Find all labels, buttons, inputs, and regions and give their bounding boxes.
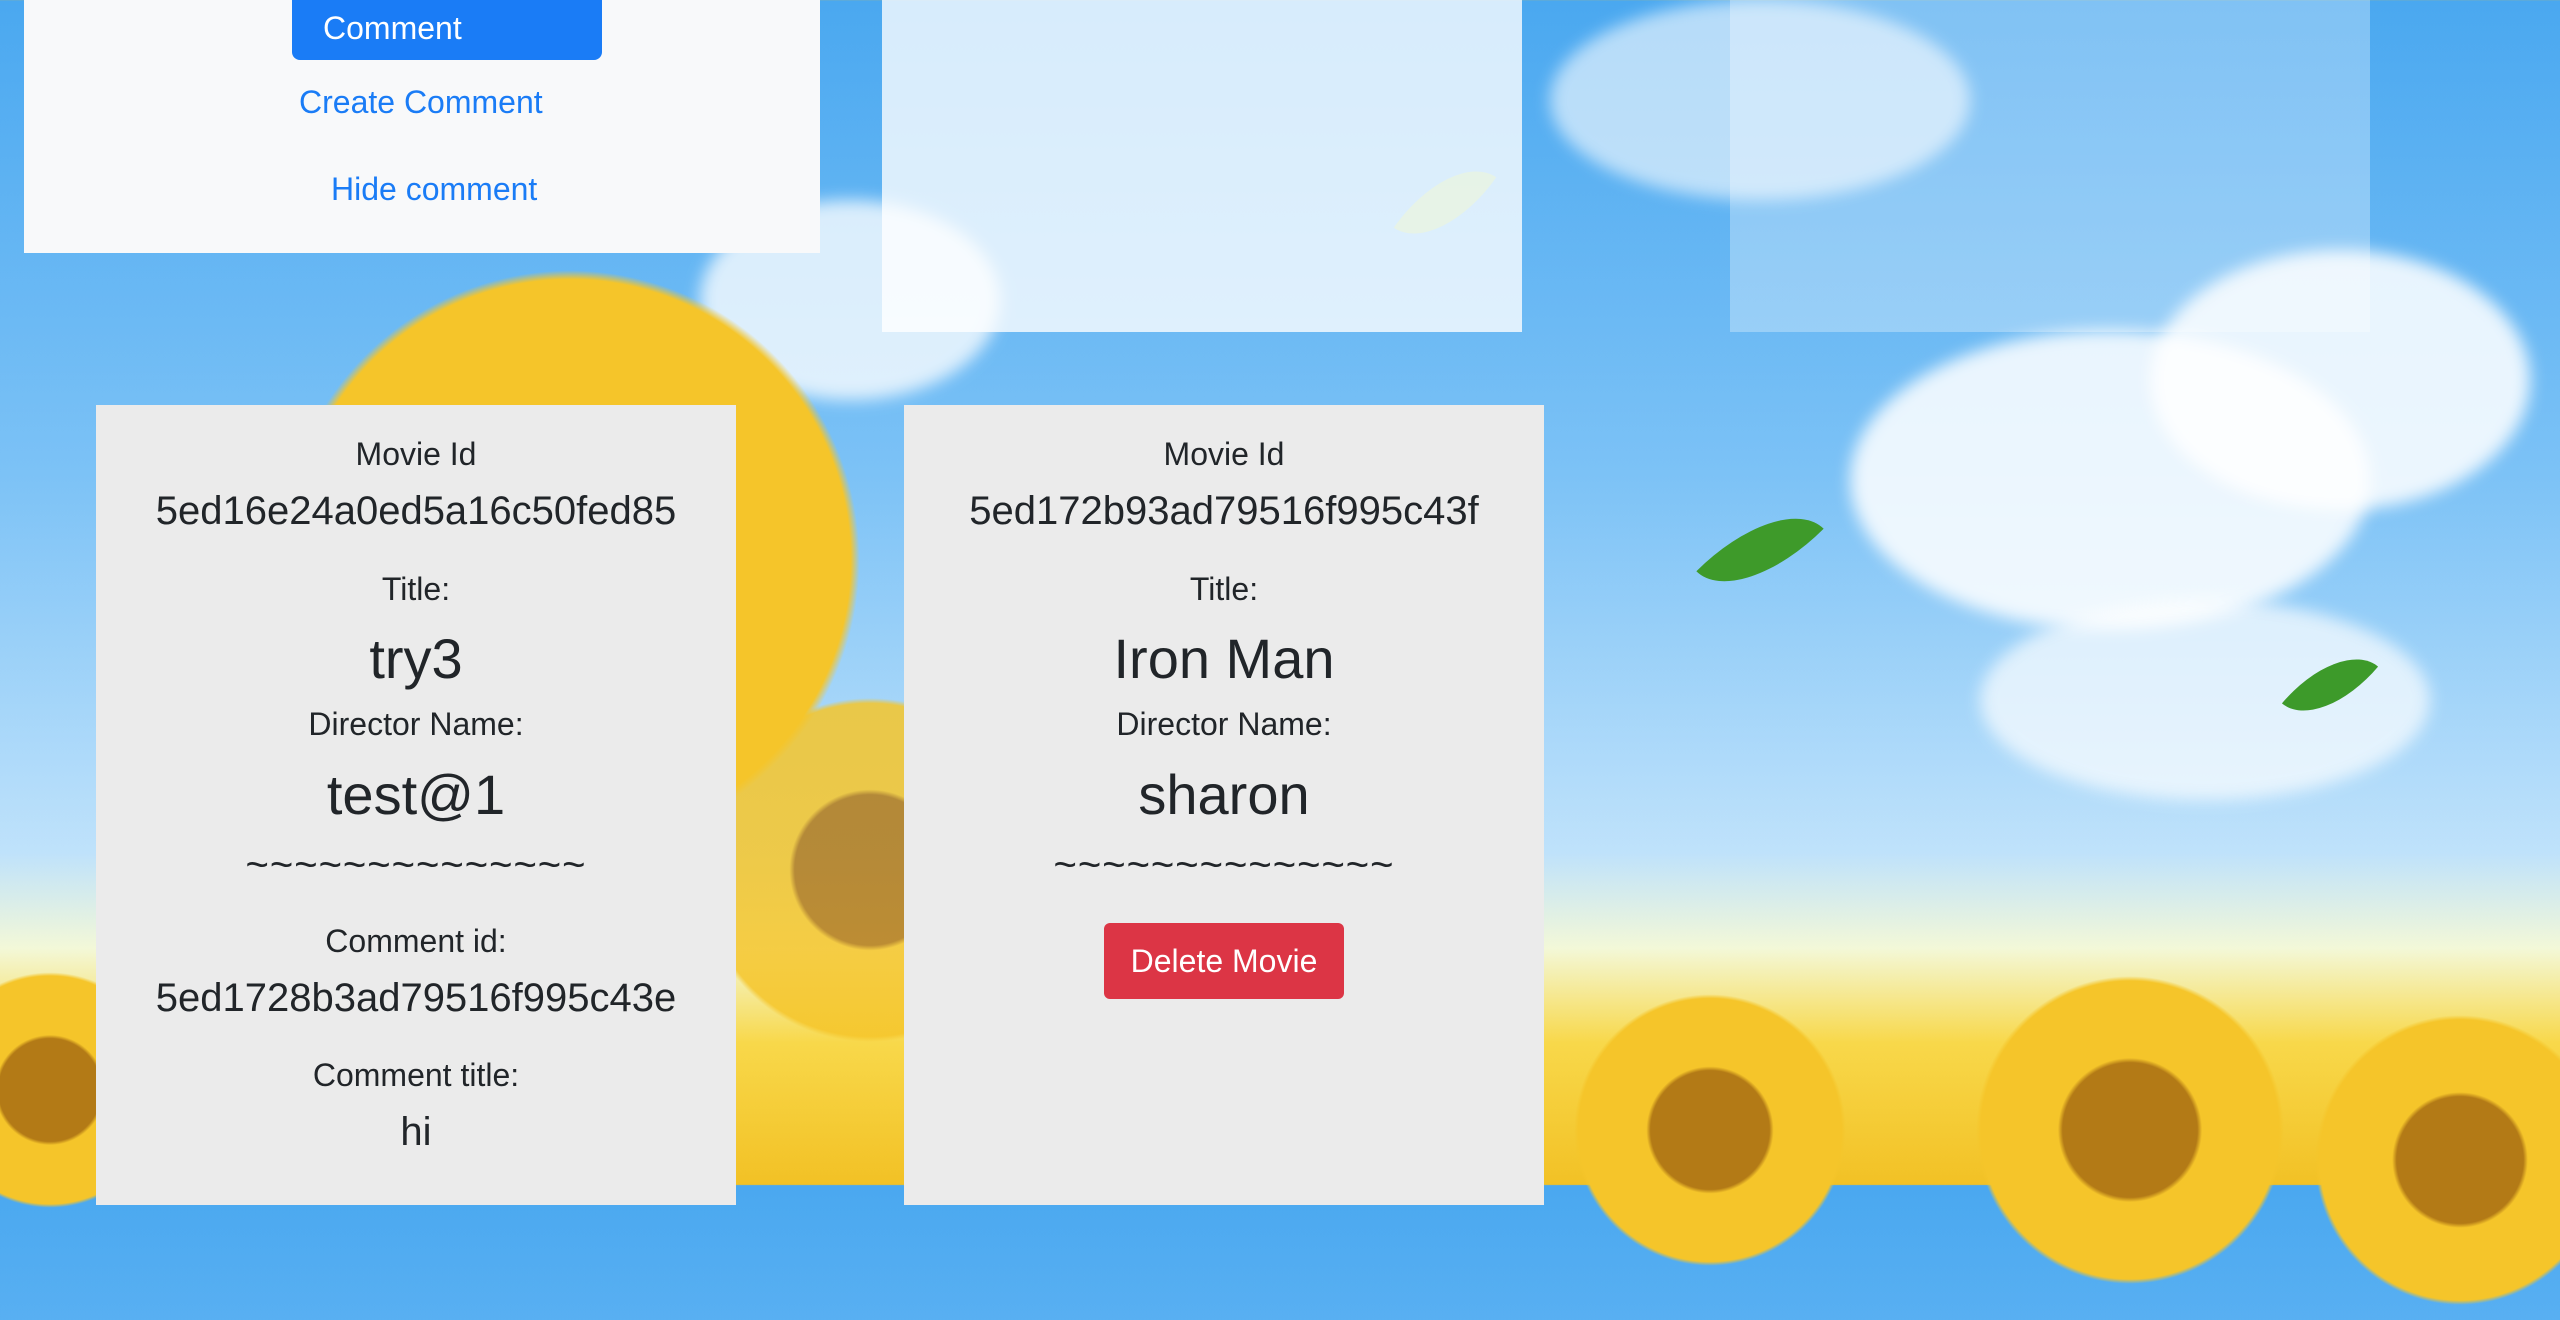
- title-value: try3: [369, 627, 463, 690]
- comment-button[interactable]: Comment: [292, 0, 602, 60]
- director-label: Director Name:: [308, 706, 524, 742]
- movie-id-value: 5ed16e24a0ed5a16c50fed85: [155, 489, 677, 533]
- title-label: Title:: [1189, 571, 1259, 607]
- comment-id-label: Comment id:: [325, 923, 507, 959]
- comment-panel: Comment Create Comment Hide comment: [24, 0, 820, 253]
- movie-id-value: 5ed172b93ad79516f995c43f: [969, 489, 1479, 533]
- delete-movie-button[interactable]: Delete Movie: [1104, 923, 1344, 999]
- comment-title-value: hi: [400, 1110, 432, 1154]
- hide-comment-link[interactable]: Hide comment: [331, 171, 537, 208]
- title-label: Title:: [381, 571, 451, 607]
- comment-id-value: 5ed1728b3ad79516f995c43e: [155, 976, 677, 1020]
- comment-title-label: Comment title:: [312, 1057, 520, 1093]
- movie-card: Movie Id 5ed172b93ad79516f995c43f Title:…: [904, 405, 1544, 1205]
- movie-id-label: Movie Id: [1163, 436, 1285, 472]
- empty-card-panel: [1730, 0, 2370, 332]
- create-comment-link[interactable]: Create Comment: [299, 84, 543, 121]
- separator: ~~~~~~~~~~~~~~: [245, 843, 587, 887]
- title-value: Iron Man: [1113, 627, 1335, 690]
- movie-id-label: Movie Id: [355, 436, 477, 472]
- separator: ~~~~~~~~~~~~~~: [1053, 843, 1395, 887]
- leaf-image: [1696, 486, 1824, 614]
- director-label: Director Name:: [1116, 706, 1332, 742]
- empty-card-panel: [882, 0, 1522, 332]
- director-value: sharon: [1138, 763, 1310, 826]
- director-value: test@1: [326, 763, 506, 826]
- movie-card: Movie Id 5ed16e24a0ed5a16c50fed85 Title:…: [96, 405, 736, 1205]
